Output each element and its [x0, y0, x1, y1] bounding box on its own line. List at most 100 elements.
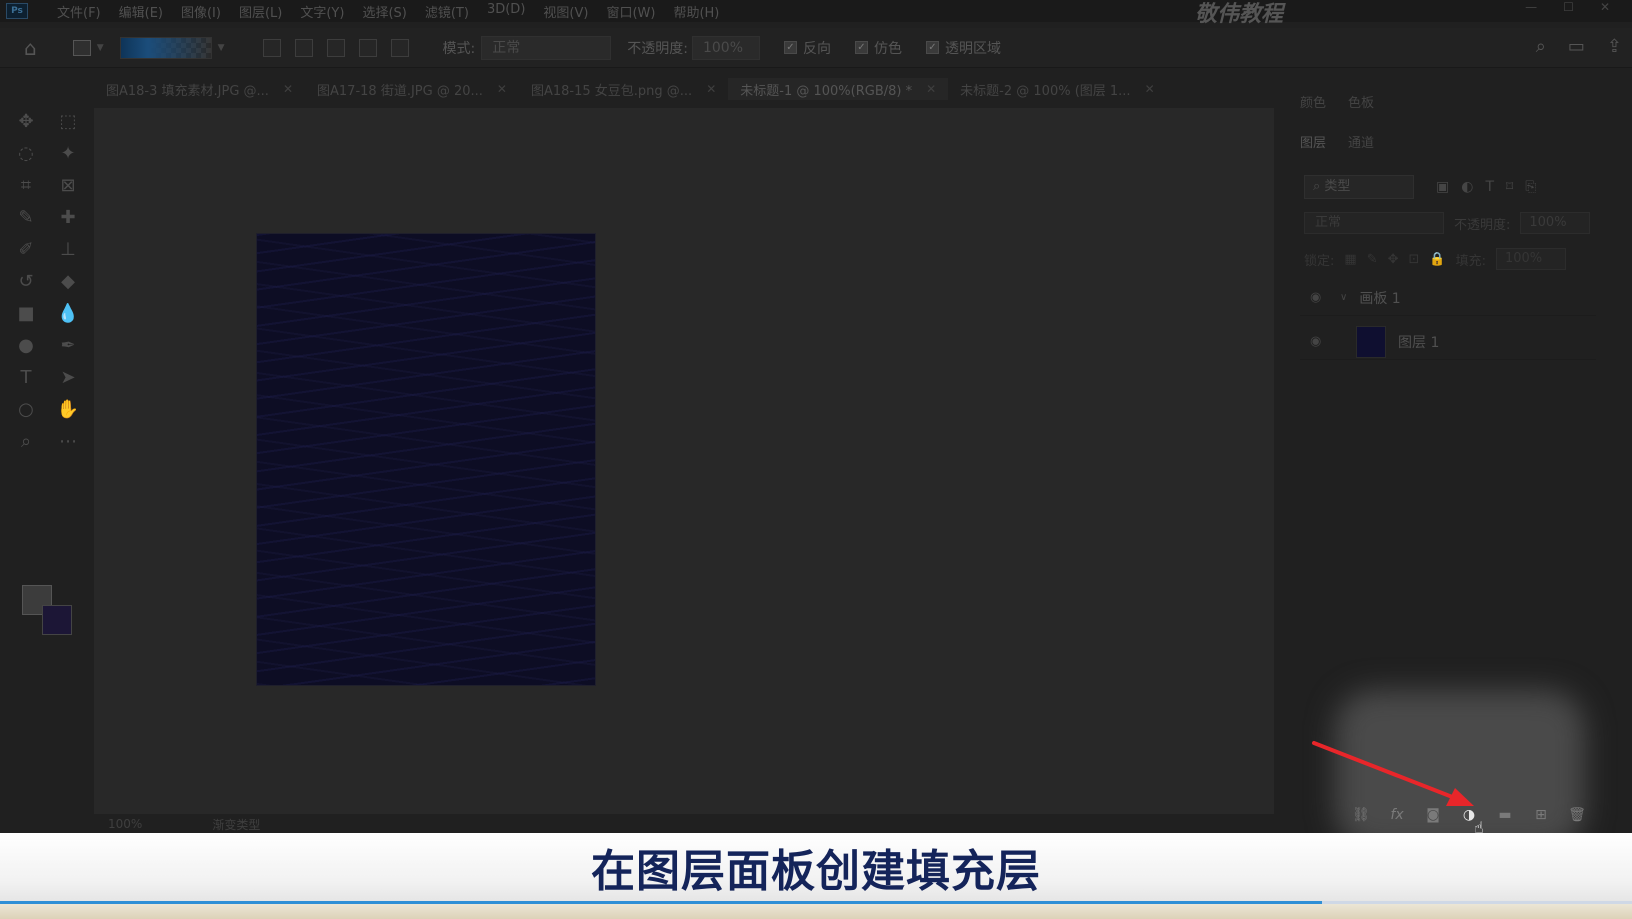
menu-view[interactable]: 视图(V): [534, 2, 597, 21]
marquee-tool-icon[interactable]: ⬚: [56, 109, 80, 133]
menu-select[interactable]: 选择(S): [353, 2, 415, 21]
gradient-tool-icon[interactable]: ■: [14, 301, 38, 325]
hand-tool-icon[interactable]: ✋: [56, 397, 80, 421]
tab-doc-2[interactable]: 图A17-18 街道.JPG @ 20... ✕: [305, 78, 519, 100]
move-tool-icon[interactable]: ✥: [14, 109, 38, 133]
dither-checkbox[interactable]: ✓ 仿色: [854, 38, 902, 58]
tab-doc-1[interactable]: 图A18-3 填充素材.JPG @... ✕: [94, 78, 305, 100]
more-tools-icon[interactable]: ⋯: [56, 429, 80, 453]
layer-opacity-input[interactable]: 100%: [1520, 212, 1591, 234]
background-color-swatch[interactable]: [42, 605, 72, 635]
zoom-tool-icon[interactable]: ⌕: [14, 429, 38, 453]
layer-row-artboard[interactable]: ◉ ∨ 画板 1: [1300, 280, 1596, 316]
lock-transparent-icon[interactable]: ▦: [1344, 252, 1356, 267]
maximize-icon[interactable]: ☐: [1563, 0, 1574, 14]
menu-image[interactable]: 图像(I): [172, 2, 230, 21]
lock-all-icon[interactable]: 🔒: [1429, 252, 1445, 267]
link-layers-icon[interactable]: ⛓: [1352, 806, 1370, 824]
tab-doc-4[interactable]: 未标题-1 @ 100%(RGB/8) * ✕: [728, 78, 949, 100]
blend-mode-select[interactable]: 正常: [1304, 212, 1444, 234]
close-icon[interactable]: ✕: [1600, 0, 1610, 14]
type-tool-icon[interactable]: T: [14, 365, 38, 389]
text-filter-icon[interactable]: T: [1485, 179, 1494, 195]
close-icon[interactable]: ✕: [497, 82, 507, 96]
menu-help[interactable]: 帮助(H): [664, 2, 728, 21]
brush-tool-icon[interactable]: ✐: [14, 237, 38, 261]
shape-filter-icon[interactable]: ⌑: [1506, 179, 1513, 195]
tab-doc-3[interactable]: 图A18-15 女豆包.png @... ✕: [519, 78, 728, 100]
fill-label: 填充:: [1455, 253, 1486, 269]
close-icon[interactable]: ✕: [1145, 82, 1155, 96]
eyedropper-icon[interactable]: ✎: [14, 205, 38, 229]
pen-tool-icon[interactable]: ✒: [56, 333, 80, 357]
diamond-gradient-icon[interactable]: [390, 38, 409, 57]
image-filter-icon[interactable]: ▣: [1436, 179, 1449, 195]
linear-gradient-icon[interactable]: [262, 38, 281, 57]
gradient-types: [262, 38, 409, 57]
angle-gradient-icon[interactable]: [326, 38, 345, 57]
menu-3d[interactable]: 3D(D): [478, 2, 534, 21]
history-brush-icon[interactable]: ↺: [14, 269, 38, 293]
lock-paint-icon[interactable]: ✎: [1367, 252, 1378, 267]
tab-color[interactable]: 颜色: [1300, 92, 1326, 111]
visibility-eye-icon[interactable]: ◉: [1310, 290, 1326, 305]
lock-artboard-icon[interactable]: ⊡: [1409, 252, 1420, 267]
workspace-icon[interactable]: ▭: [1568, 36, 1585, 57]
adjustment-filter-icon[interactable]: ◐: [1461, 179, 1473, 195]
new-group-icon[interactable]: ▬: [1496, 806, 1514, 824]
share-icon[interactable]: ⇪: [1607, 36, 1622, 57]
menu-type[interactable]: 文字(Y): [291, 2, 353, 21]
menu-window[interactable]: 窗口(W): [597, 2, 664, 21]
fill-input[interactable]: 100%: [1495, 248, 1566, 270]
chevron-down-icon[interactable]: ∨: [1340, 292, 1347, 303]
eraser-tool-icon[interactable]: ◆: [56, 269, 80, 293]
gradient-preview[interactable]: [119, 36, 212, 59]
reverse-checkbox[interactable]: ✓ 反向: [783, 38, 831, 58]
smart-object-filter-icon[interactable]: ⎘: [1525, 179, 1536, 195]
chevron-down-icon[interactable]: ▼: [218, 43, 225, 53]
blur-tool-icon[interactable]: 💧: [56, 301, 80, 325]
search-icon[interactable]: ⌕: [1536, 36, 1546, 57]
close-icon[interactable]: ✕: [706, 82, 716, 96]
menu-layer[interactable]: 图层(L): [230, 2, 291, 21]
magic-wand-icon[interactable]: ✦: [56, 141, 80, 165]
healing-brush-icon[interactable]: ✚: [56, 205, 80, 229]
tab-layers[interactable]: 图层: [1300, 132, 1326, 151]
fx-icon[interactable]: fx: [1388, 806, 1406, 824]
opacity-input[interactable]: 100%: [691, 35, 760, 60]
layer-filter-select[interactable]: ⌕ 类型: [1304, 175, 1414, 199]
canvas-area[interactable]: [94, 108, 1274, 814]
close-icon[interactable]: ✕: [283, 82, 293, 96]
new-layer-icon[interactable]: ⊞: [1532, 806, 1550, 824]
radial-gradient-icon[interactable]: [294, 38, 313, 57]
tab-channels[interactable]: 通道: [1348, 132, 1374, 151]
artboard-wave-pattern[interactable]: [256, 233, 596, 686]
close-icon[interactable]: ✕: [926, 82, 936, 96]
minimize-icon[interactable]: —: [1525, 0, 1537, 14]
menu-file[interactable]: 文件(F): [48, 2, 110, 21]
tab-doc-5[interactable]: 未标题-2 @ 100% (图层 1... ✕: [948, 78, 1166, 100]
add-mask-icon[interactable]: ◙: [1424, 806, 1442, 824]
reflected-gradient-icon[interactable]: [358, 38, 377, 57]
menu-filter[interactable]: 滤镜(T): [416, 2, 478, 21]
mode-select[interactable]: 正常: [481, 35, 612, 60]
frame-tool-icon[interactable]: ⊠: [56, 173, 80, 197]
status-info[interactable]: 渐变类型: [212, 816, 260, 833]
lasso-tool-icon[interactable]: ◌: [14, 141, 38, 165]
crop-tool-icon[interactable]: ⌗: [14, 173, 38, 197]
ellipse-tool-icon[interactable]: ○: [14, 397, 38, 421]
dodge-tool-icon[interactable]: ●: [14, 333, 38, 357]
transparency-checkbox[interactable]: ✓ 透明区域: [925, 38, 1001, 58]
path-select-icon[interactable]: ➤: [56, 365, 80, 389]
tool-preset-icon[interactable]: [72, 39, 91, 56]
stamp-tool-icon[interactable]: ⊥: [56, 237, 80, 261]
menu-edit[interactable]: 编辑(E): [110, 2, 172, 21]
tab-swatches[interactable]: 色板: [1348, 92, 1374, 111]
visibility-eye-icon[interactable]: ◉: [1310, 334, 1326, 349]
home-icon[interactable]: ⌂: [24, 36, 37, 60]
delete-layer-icon[interactable]: 🗑: [1568, 806, 1586, 824]
chevron-down-icon[interactable]: ▼: [97, 43, 104, 53]
filter-label: 类型: [1324, 179, 1351, 194]
layer-row-layer1[interactable]: ◉ 图层 1: [1300, 324, 1596, 360]
lock-position-icon[interactable]: ✥: [1388, 252, 1399, 267]
